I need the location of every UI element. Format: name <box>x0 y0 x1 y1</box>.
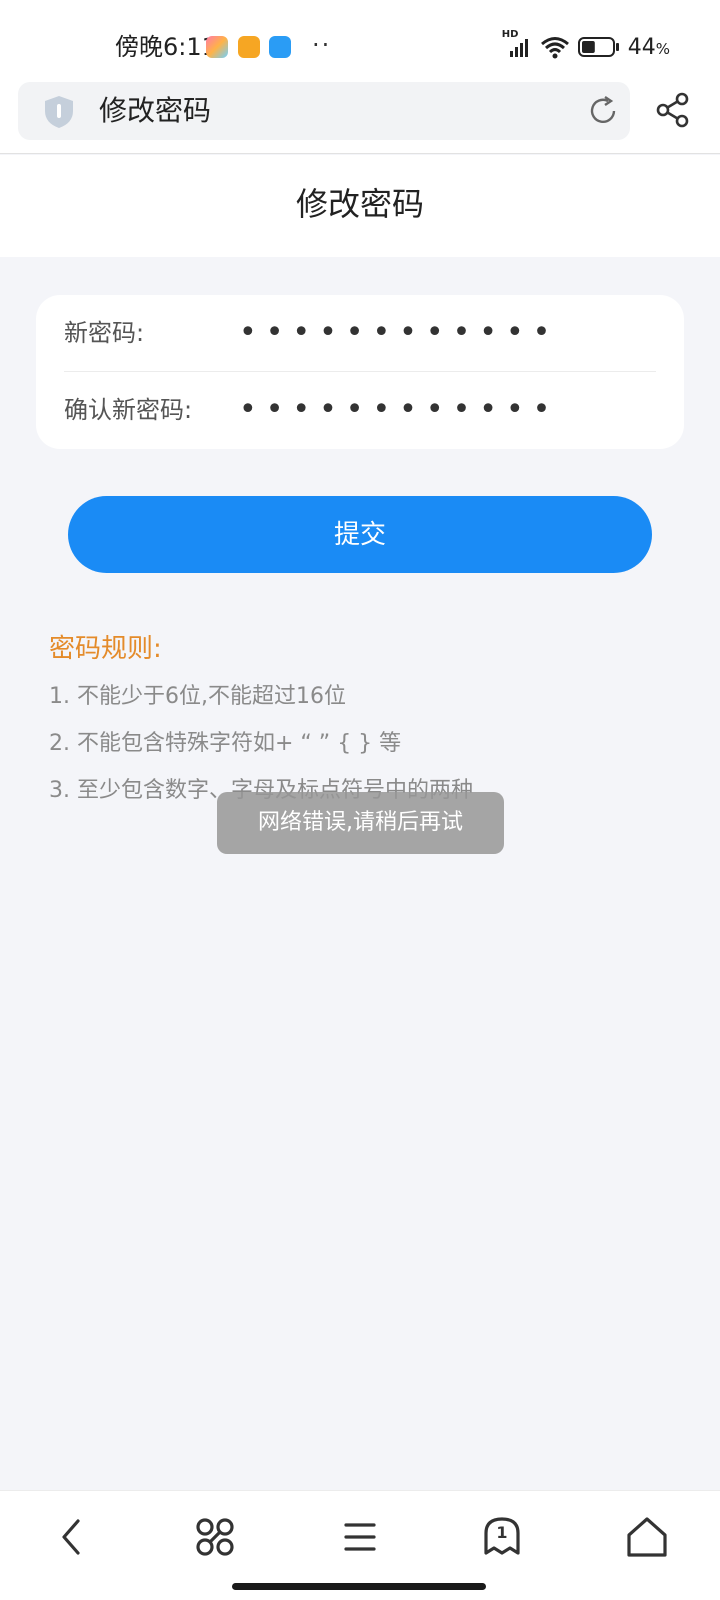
page: 傍晚6:11 ·· HD 44% 修改密码 修改密码 新密码: ••••••••… <box>0 0 720 1600</box>
signal-icon: HD <box>502 29 534 59</box>
battery-icon <box>577 36 620 58</box>
home-icon[interactable] <box>621 1511 673 1563</box>
confirm-password-row: 确认新密码: <box>64 372 656 449</box>
shield-icon[interactable] <box>42 94 76 130</box>
reload-icon[interactable] <box>586 94 620 128</box>
browser-toolbar: 修改密码 <box>0 80 720 154</box>
status-time: 傍晚6:11 <box>115 33 217 61</box>
battery-percent: 44% <box>627 34 670 60</box>
message-app-icon <box>269 36 291 58</box>
status-indicators: HD 44% <box>502 29 670 61</box>
notes-app-icon <box>238 36 260 58</box>
new-password-input[interactable] <box>239 311 639 353</box>
new-password-row: 新密码: <box>64 295 656 372</box>
page-title: 修改密码 <box>295 185 424 223</box>
password-form-card: 新密码: 确认新密码: <box>36 295 684 449</box>
menu-icon[interactable] <box>334 1511 386 1563</box>
tab-count: 1 <box>496 1523 508 1542</box>
address-bar[interactable]: 修改密码 <box>18 82 630 140</box>
rules-title: 密码规则: <box>49 634 162 664</box>
address-title[interactable]: 修改密码 <box>99 90 211 132</box>
game-app-icon <box>206 36 228 58</box>
confirm-password-input[interactable] <box>239 388 639 430</box>
error-toast: 网络错误,请稍后再试 <box>217 792 504 854</box>
confirm-password-label: 确认新密码: <box>64 396 193 424</box>
wifi-icon <box>540 35 570 59</box>
home-indicator[interactable] <box>232 1583 486 1590</box>
rule-item: 2. 不能包含特殊字符如+ “ ” { } 等 <box>49 731 402 756</box>
status-bar: 傍晚6:11 ·· HD 44% <box>0 0 720 80</box>
more-notifications-icon: ·· <box>312 31 332 59</box>
new-password-label: 新密码: <box>64 319 145 347</box>
tabs-icon[interactable]: 1 <box>476 1511 528 1563</box>
share-icon[interactable] <box>655 92 691 128</box>
battery-fill <box>581 41 595 53</box>
rule-item: 1. 不能少于6位,不能超过16位 <box>49 684 346 709</box>
back-icon[interactable] <box>46 1511 98 1563</box>
page-header: 修改密码 <box>0 155 720 257</box>
command-icon[interactable] <box>189 1511 241 1563</box>
submit-button[interactable]: 提交 <box>68 496 652 573</box>
